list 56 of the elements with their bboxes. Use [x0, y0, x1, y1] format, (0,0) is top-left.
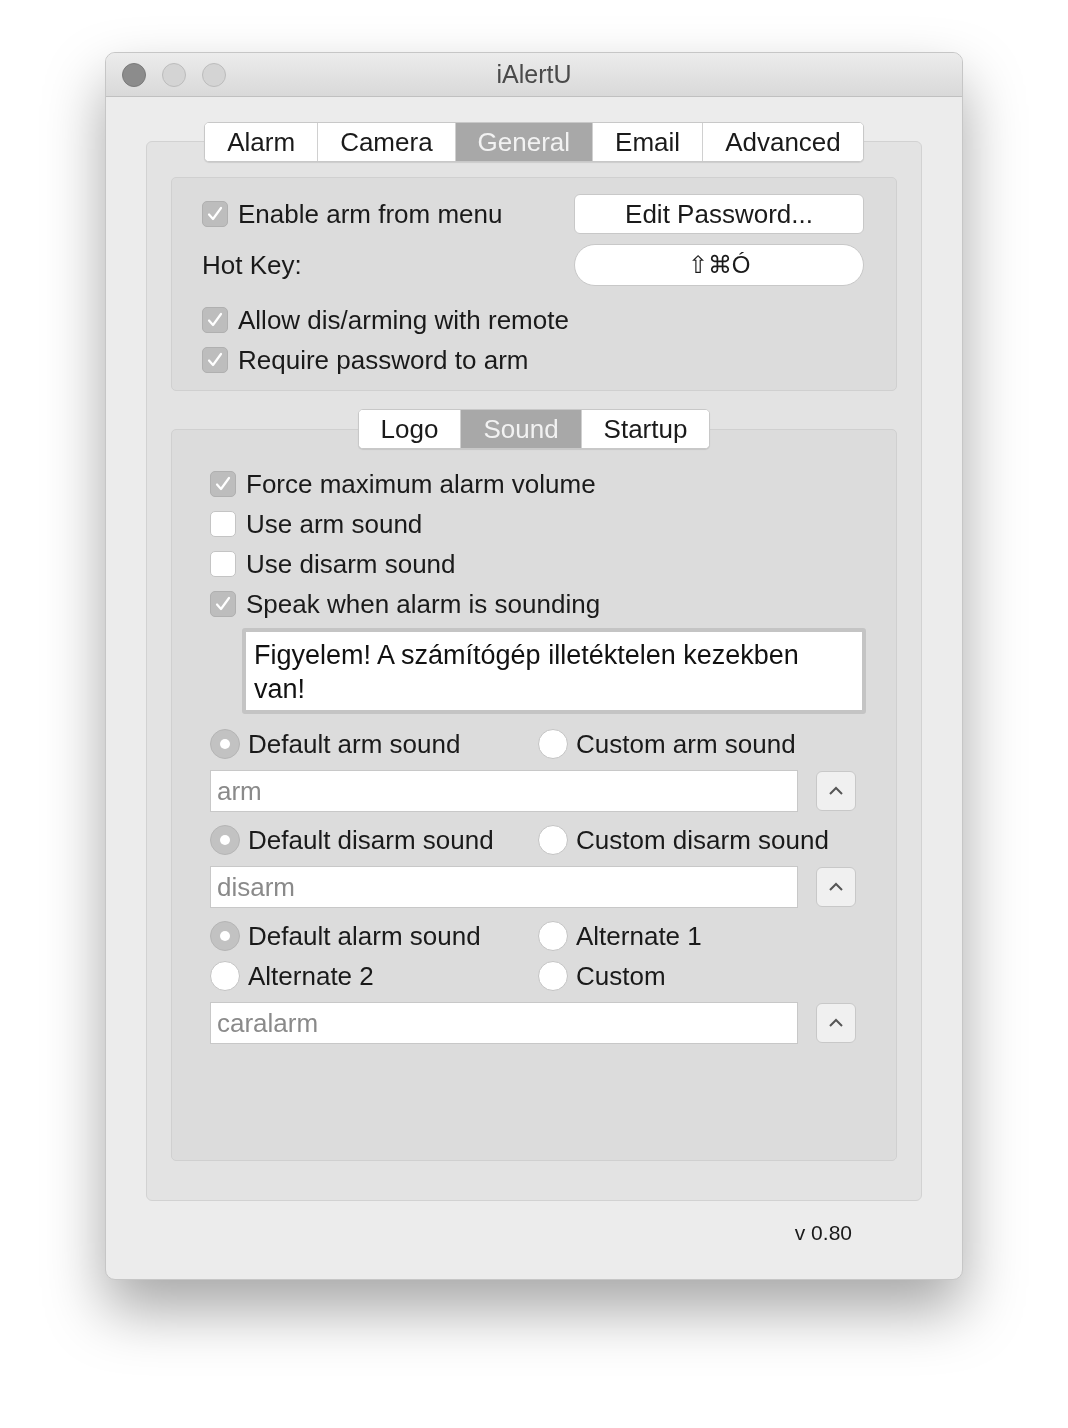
radio-label: Default disarm sound: [248, 823, 494, 857]
tab[interactable]: Advanced: [702, 123, 863, 161]
radio-button[interactable]: [538, 961, 568, 991]
radio-button[interactable]: [538, 825, 568, 855]
hot-key-label: Hot Key:: [202, 248, 302, 282]
radio-button[interactable]: [538, 729, 568, 759]
checkbox-label: Use arm sound: [246, 507, 423, 541]
edit-password-button[interactable]: Edit Password...: [574, 194, 864, 234]
radio-button[interactable]: [210, 729, 240, 759]
tab[interactable]: Camera: [317, 123, 455, 161]
stepper-button[interactable]: [816, 867, 856, 907]
window-control-button[interactable]: [202, 62, 226, 87]
tab[interactable]: Alarm: [205, 123, 318, 161]
radio-button[interactable]: [538, 921, 568, 951]
stepper-button[interactable]: [816, 771, 856, 811]
version-label: v 0.80: [794, 1220, 852, 1246]
tab[interactable]: Email: [592, 123, 703, 161]
checkbox-label: Allow dis/arming with remote: [238, 303, 569, 337]
check-icon: [206, 205, 224, 223]
tab[interactable]: Logo: [358, 410, 461, 448]
hot-key-field[interactable]: ⇧⌘Ó: [574, 244, 864, 286]
check-icon: [206, 311, 224, 329]
tab[interactable]: Startup: [580, 410, 710, 448]
check-icon: [206, 351, 224, 369]
chevron-up-icon: [828, 1018, 844, 1028]
checkbox-label: Enable arm from menu: [238, 197, 503, 231]
window-title: iAlertU: [496, 58, 572, 90]
check-icon: [214, 475, 232, 493]
stepper-button[interactable]: [816, 1003, 856, 1043]
speech-text-area[interactable]: Figyelem! A számítógép illetéktelen kezekben van!: [242, 628, 866, 714]
window-control-button[interactable]: [122, 62, 146, 87]
checkbox[interactable]: [210, 551, 236, 577]
check-icon: [214, 595, 232, 613]
checkbox[interactable]: [210, 471, 236, 497]
checkbox[interactable]: [210, 511, 236, 537]
checkbox-label: Speak when alarm is sounding: [246, 587, 601, 621]
radio-label: Custom: [576, 959, 666, 993]
checkbox[interactable]: [210, 591, 236, 617]
radio-label: Alternate 1: [576, 919, 702, 953]
checkbox[interactable]: [202, 307, 228, 333]
window-control-button[interactable]: [162, 62, 186, 87]
radio-label: Alternate 2: [248, 959, 374, 993]
radio-button[interactable]: [210, 825, 240, 855]
chevron-up-icon: [828, 786, 844, 796]
radio-button[interactable]: [210, 961, 240, 991]
checkbox[interactable]: [202, 347, 228, 373]
radio-label: Custom arm sound: [576, 727, 796, 761]
chevron-up-icon: [828, 882, 844, 892]
checkbox-label: Use disarm sound: [246, 547, 456, 581]
checkbox[interactable]: [202, 201, 228, 227]
radio-label: Default arm sound: [248, 727, 461, 761]
radio-label: Custom disarm sound: [576, 823, 829, 857]
radio-button[interactable]: [210, 921, 240, 951]
checkbox-label: Require password to arm: [238, 343, 529, 377]
radio-label: Default alarm sound: [248, 919, 481, 953]
checkbox-label: Force maximum alarm volume: [246, 467, 596, 501]
